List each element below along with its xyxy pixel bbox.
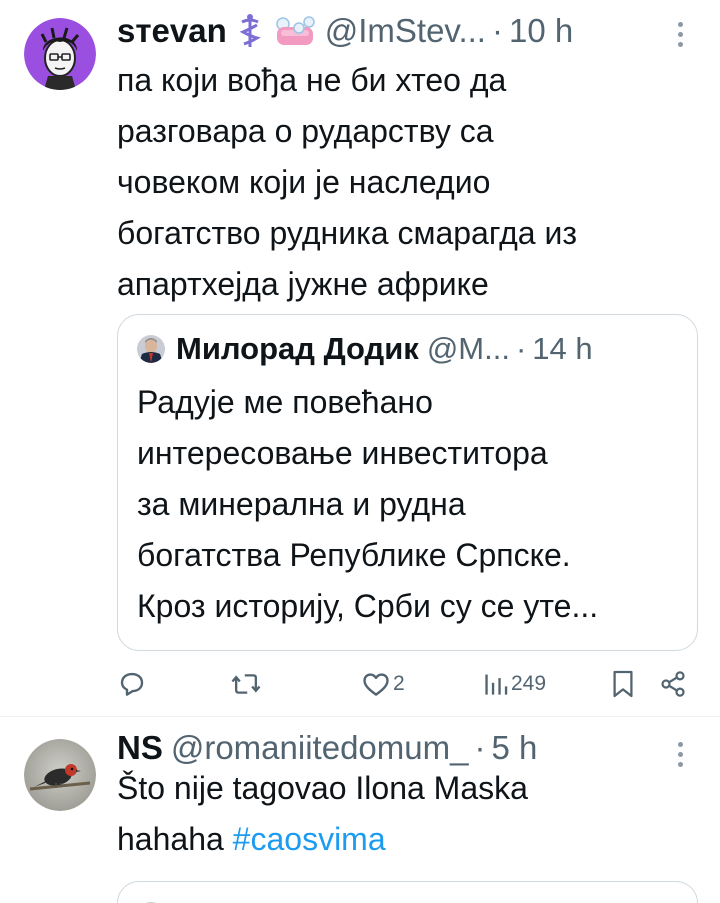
avatar[interactable]	[24, 18, 96, 90]
quoted-header: Милорад Додик @М... · 14 h	[176, 331, 686, 367]
more-options-icon[interactable]	[676, 22, 684, 47]
share-icon	[659, 670, 687, 698]
timestamp[interactable]: 5 h	[491, 729, 537, 767]
medical-symbol-icon	[237, 13, 263, 49]
separator-dot: ·	[515, 331, 527, 366]
soap-icon	[273, 14, 317, 48]
user-handle[interactable]: @ImStev...	[325, 12, 486, 50]
like-count: 2	[393, 672, 405, 695]
views-count: 249	[511, 672, 547, 695]
separator-dot: ·	[474, 729, 486, 766]
action-bar: 2 249	[117, 660, 697, 708]
quoted-avatar[interactable]	[137, 335, 165, 363]
like-button[interactable]: 2	[361, 660, 405, 708]
tweet-text-line: hahaha #caosvima	[117, 814, 687, 865]
tweet-text-line: разговара о рударству са	[117, 113, 494, 149]
timestamp[interactable]: 10 h	[509, 12, 573, 50]
retweet-icon	[230, 669, 262, 699]
quoted-text-line: богатства Републике Српске.	[137, 537, 571, 573]
tweet-header: NS @romaniitedomum_ · 5 h	[117, 728, 677, 768]
quoted-user-handle[interactable]: @М...	[427, 331, 510, 367]
views-icon	[483, 671, 509, 697]
quoted-timestamp: 14 h	[532, 331, 593, 366]
user-handle[interactable]: @romaniitedomum_	[171, 729, 469, 767]
quoted-text-line: интересовање инвеститора	[137, 435, 548, 471]
quoted-text-line: Радује ме повећано	[137, 384, 433, 420]
bookmark-icon	[611, 669, 635, 699]
hashtag-link[interactable]: #caosvima	[233, 821, 386, 857]
separator-dot: ·	[491, 12, 503, 49]
retweet-button[interactable]	[230, 660, 262, 708]
tweet-header: sтevan @ImStev... · 10 h	[117, 11, 677, 51]
tweet[interactable]: sтevan @ImStev... · 10 h па који вођа не…	[0, 0, 720, 716]
quoted-tweet[interactable]	[117, 881, 698, 903]
share-button[interactable]	[659, 660, 687, 708]
heart-icon	[361, 670, 391, 698]
tweet-text-line: Što nije tagovao Ilona Maska	[117, 770, 528, 806]
reply-button[interactable]	[117, 660, 147, 708]
tweet-text-line: па који вођа не би хтео да	[117, 62, 507, 98]
quoted-display-name[interactable]: Милорад Додик	[176, 331, 419, 367]
tweet-text-line: апартхејда јужне африке	[117, 266, 489, 302]
tweet-text: Što nije tagovao Ilona Maska hahaha #cao…	[117, 763, 687, 865]
display-name[interactable]: sтevan	[117, 12, 227, 50]
tweet[interactable]: NS @romaniitedomum_ · 5 h Što nije tagov…	[0, 717, 720, 903]
bookmark-button[interactable]	[611, 660, 635, 708]
avatar[interactable]	[24, 739, 96, 811]
quoted-text-line: Кроз историју, Срби су се уте...	[137, 588, 599, 624]
tweet-text-plain: hahaha	[117, 821, 233, 857]
tweet-text-line: човеком који је наследио	[117, 164, 491, 200]
display-name[interactable]: NS	[117, 729, 163, 767]
tweet-text-line: богатство рудника смарагда из	[117, 215, 577, 251]
views-button[interactable]: 249	[483, 660, 546, 708]
quoted-text: Радује ме повећано интересовање инвестит…	[137, 377, 687, 632]
quoted-text-line: за минерална и рудна	[137, 486, 466, 522]
reply-icon	[117, 669, 147, 699]
tweet-text: па који вођа не би хтео да разговара о р…	[117, 55, 687, 310]
quoted-tweet[interactable]: Милорад Додик @М... · 14 h Радује ме пов…	[117, 314, 698, 651]
